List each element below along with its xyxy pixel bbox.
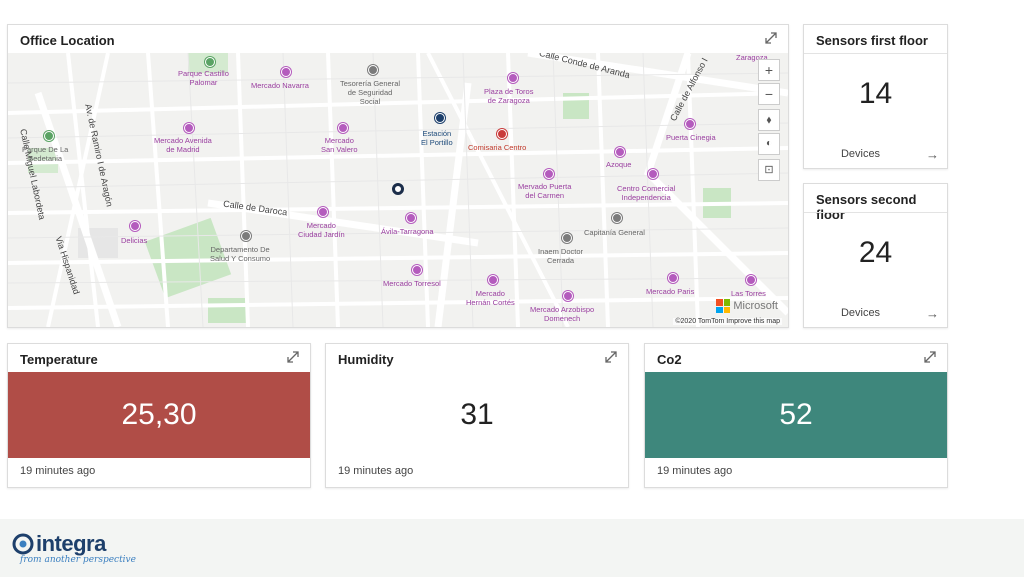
temperature-timestamp: 19 minutes ago [20,465,96,477]
divider [804,53,947,54]
microsoft-grid-icon [716,299,731,313]
landmark-icon [685,119,695,129]
map-label: Delicias [121,236,148,245]
map[interactable]: Calle Conde de Aranda Calle Miguel Labor… [8,53,788,327]
microsoft-text: Microsoft [733,300,778,312]
market-icon [281,67,291,77]
market-icon [488,275,498,285]
map-label: Mercado Arzobispo Domenech [530,305,595,323]
map-attribution[interactable]: ©2020 TomTom Improve this map [673,318,782,325]
sensors-first-floor-title: Sensors first floor [816,33,928,48]
map-label: Mercado Torresol [383,279,441,288]
map-label: Mervado Puerta del Carmen [518,182,572,200]
station-icon [130,221,140,231]
humidity-timestamp: 19 minutes ago [338,465,414,477]
humidity-title: Humidity [338,352,394,367]
office-location-title: Office Location [20,33,115,48]
market-icon [563,291,573,301]
expand-icon[interactable] [923,350,937,364]
expand-icon[interactable] [286,350,300,364]
park-icon [205,57,215,67]
market-icon [412,265,422,275]
sensors-second-floor-title: Sensors second floor [816,192,917,222]
compass-icon[interactable]: ⬧ [758,109,780,131]
building-icon [612,213,622,223]
landmark-icon [544,169,554,179]
map-label: Departamento De Salud Y Consumo [210,245,271,263]
co2-title: Co2 [657,352,682,367]
market-icon [338,123,348,133]
microsoft-logo: Microsoft [716,299,778,313]
fullscreen-icon[interactable]: ⊡ [758,159,780,181]
expand-icon[interactable] [764,31,778,45]
landmark-icon [508,73,518,83]
police-icon [497,129,507,139]
logo-tagline: from another perspective [20,555,136,565]
map-label: Las Torres [731,289,766,298]
market-icon [668,273,678,283]
map-label: Mercado Paris [646,287,695,296]
arrow-right-icon[interactable]: → [926,147,939,162]
temperature-value: 25,30 [8,372,310,458]
map-label: Parque De La Sedetania [22,145,69,163]
building-icon [562,233,572,243]
sensors-second-floor-value: 24 [858,236,893,269]
shopping-icon [648,169,658,179]
map-style-icon[interactable]: ◐ [758,133,780,155]
market-icon [318,207,328,217]
office-location-pin-icon[interactable] [392,183,404,195]
building-icon [241,231,251,241]
eye-logo-icon [12,533,34,555]
arrow-right-icon[interactable]: → [926,306,939,321]
map-label: Mercado Navarra [251,81,309,90]
building-icon [368,65,378,75]
temperature-title: Temperature [20,352,98,367]
map-label: Capitanía General [584,228,645,237]
temperature-card: Temperature 25,30 19 minutes ago [7,343,311,488]
map-label: Mercado Hernán Cortés [466,289,515,307]
map-label: Mercado San Valero [321,136,358,154]
sensors-first-floor-value: 14 [858,77,893,110]
station-icon [406,213,416,223]
co2-card: Co2 52 19 minutes ago [644,343,948,488]
market-icon [615,147,625,157]
map-label: Parque Castillo Palomar [178,69,229,87]
zoom-in-button[interactable]: + [758,59,780,81]
map-label: Tesorería General de Seguridad Social [340,79,401,106]
divider [804,212,947,213]
map-label: Plaza de Toros de Zaragoza [484,87,534,105]
map-label: Centro Comercial Independencia [617,184,676,202]
sensors-first-floor-card[interactable]: Sensors first floor 14 Devices → [803,24,948,169]
humidity-value: 31 [326,372,628,458]
sensors-first-floor-label: Devices [840,148,881,160]
logo-text: integra [36,531,106,556]
map-label: Azoque [606,160,632,169]
map-label: Puerta Cinegia [666,133,716,142]
co2-timestamp: 19 minutes ago [657,465,733,477]
map-label: Mercado Ciudad Jardín [298,221,345,239]
train-station-icon [435,113,445,123]
map-label: Ávila-Tarragona [381,227,434,236]
co2-value: 52 [645,372,947,458]
map-label: Inaem Doctor Cerrada [538,247,584,265]
map-label: Mercado Avenida de Madrid [154,136,212,154]
humidity-card: Humidity 31 19 minutes ago [325,343,629,488]
map-label: Estación El Portillo [421,129,453,147]
park-icon [44,131,54,141]
sensors-second-floor-label: Devices [840,307,881,319]
station-icon [746,275,756,285]
office-location-card: Office Location Calle Conde de Aranda Ca… [7,24,789,328]
integra-logo: integra from another perspective [12,531,136,565]
map-label: Comisaria Centro [468,143,527,152]
expand-icon[interactable] [604,350,618,364]
zoom-out-button[interactable]: − [758,83,780,105]
market-icon [184,123,194,133]
footer: integra from another perspective [0,519,1024,577]
sensors-second-floor-card[interactable]: Sensors second floor 24 Devices → [803,183,948,328]
